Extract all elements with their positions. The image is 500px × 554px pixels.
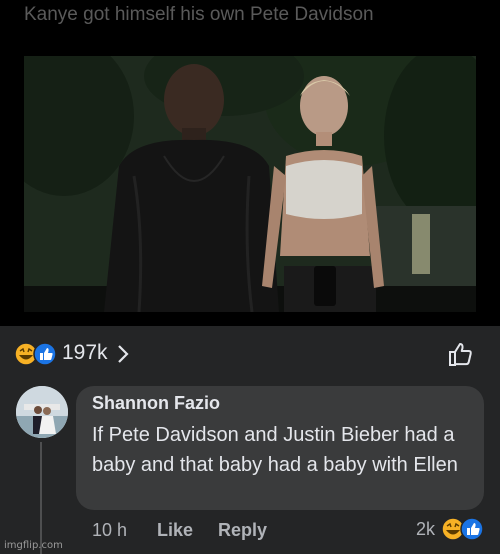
comment-text: If Pete Davidson and Justin Bieber had a… [92,424,458,476]
post-photo[interactable] [24,56,476,312]
watermark: imgflip.com [4,540,63,551]
reaction-summary-icons[interactable] [14,342,58,366]
chevron-right-icon[interactable] [116,344,130,364]
like-badge-icon [33,342,57,366]
avatar[interactable] [16,386,68,438]
like-badge-icon [460,517,484,541]
reaction-count[interactable]: 197k [62,341,108,365]
like-button[interactable]: Like [157,520,193,541]
thumbs-up-icon[interactable] [447,340,475,368]
photo-illustration [24,56,476,312]
comment-author[interactable]: Shannon Fazio [92,393,220,414]
comment-reaction-count[interactable]: 2k [416,519,435,540]
comment-reaction-icons[interactable] [440,516,486,542]
reply-button[interactable]: Reply [218,520,267,541]
thread-line [40,442,42,554]
comment-timestamp[interactable]: 10 h [92,520,127,541]
post-caption: Kanye got himself his own Pete Davidson [24,4,374,25]
